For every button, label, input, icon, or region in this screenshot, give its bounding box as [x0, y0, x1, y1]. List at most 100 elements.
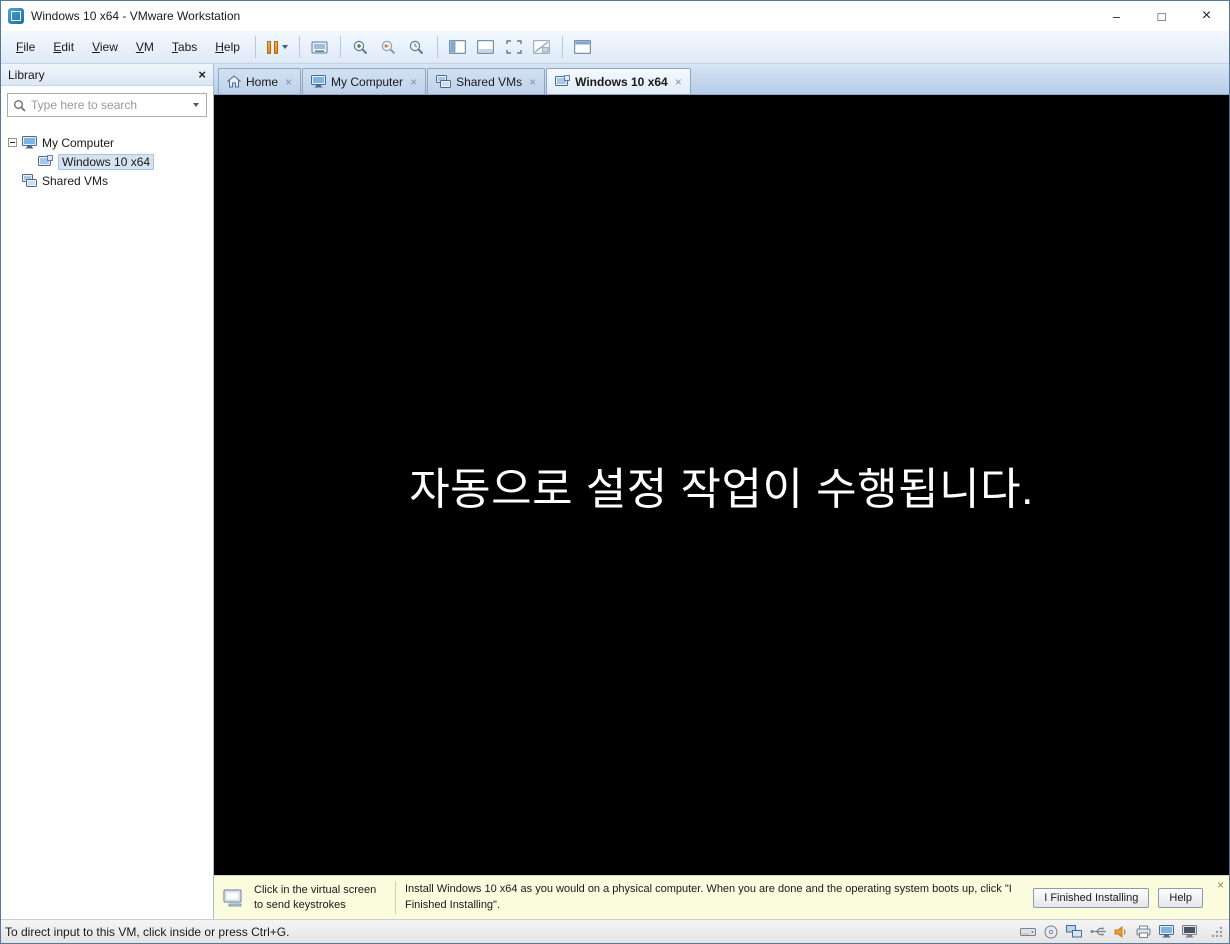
- pause-icon: [266, 40, 278, 54]
- library-panel-icon: [449, 40, 467, 54]
- send-ctrl-alt-del-button[interactable]: [307, 34, 333, 60]
- toolbar-separator: [254, 36, 256, 58]
- vm-console-screen[interactable]: 자동으로 설정 작업이 수행됩니다.: [214, 95, 1229, 875]
- toolbar-separator: [436, 36, 438, 58]
- toolbar-separator: [298, 36, 300, 58]
- collapse-expander-icon[interactable]: [8, 138, 17, 147]
- tab-label: Shared VMs: [456, 74, 523, 89]
- window-controls: – □ ×: [1094, 1, 1229, 31]
- chevron-down-icon: [193, 103, 199, 107]
- library-tree: My Computer Windows 10 x64 Shared VMs: [1, 121, 213, 194]
- tree-label-shared-vms: Shared VMs: [42, 173, 109, 188]
- notification-close-button[interactable]: ×: [1217, 879, 1224, 891]
- content-area: Home × My Computer × Shared VMs × Window…: [214, 64, 1229, 919]
- main-body: Library × My Computer Windows 10 x64: [1, 64, 1229, 919]
- window-title: Windows 10 x64 - VMware Workstation: [31, 9, 241, 23]
- library-panel: Library × My Computer Windows 10 x64: [1, 64, 214, 919]
- unity-mode-button[interactable]: [529, 34, 555, 60]
- menu-toolbar: File Edit View VM Tabs Help: [1, 31, 1229, 64]
- resize-grip[interactable]: [1209, 924, 1224, 939]
- library-header: Library ×: [1, 64, 213, 86]
- menu-edit[interactable]: Edit: [44, 35, 83, 59]
- home-icon: [227, 75, 241, 88]
- keyboard-screen-icon: [311, 41, 328, 53]
- tab-close-button[interactable]: ×: [410, 76, 417, 88]
- device-status-icons: [1020, 924, 1227, 939]
- menu-view[interactable]: View: [83, 35, 127, 59]
- menu-tabs[interactable]: Tabs: [163, 35, 206, 59]
- console-view-button[interactable]: [570, 34, 596, 60]
- usb-controller-icon[interactable]: [1090, 926, 1106, 937]
- menu-file[interactable]: File: [7, 35, 44, 59]
- tab-close-button[interactable]: ×: [675, 76, 682, 88]
- take-snapshot-button[interactable]: [348, 34, 374, 60]
- cd-dvd-icon[interactable]: [1044, 925, 1058, 939]
- vmware-app-icon: [8, 8, 24, 24]
- fullscreen-button[interactable]: [501, 34, 527, 60]
- install-notification-bar: Click in the virtual screen to send keys…: [214, 875, 1229, 919]
- search-dropdown-button[interactable]: [191, 103, 201, 107]
- tab-close-button[interactable]: ×: [529, 76, 536, 88]
- snapshot-revert-icon: [382, 40, 396, 54]
- network-adapter-icon[interactable]: [1066, 925, 1082, 938]
- minimize-button[interactable]: –: [1094, 1, 1139, 31]
- tab-close-button[interactable]: ×: [285, 76, 292, 88]
- tree-label-windows-10-x64: Windows 10 x64: [58, 153, 155, 170]
- status-bar: To direct input to this VM, click inside…: [1, 919, 1229, 943]
- tab-label: Windows 10 x64: [575, 74, 668, 89]
- fullscreen-brackets-icon: [506, 40, 522, 54]
- tree-item-windows-10-x64[interactable]: Windows 10 x64: [8, 152, 209, 171]
- tab-label: Home: [246, 74, 279, 89]
- install-instructions-text: Install Windows 10 x64 as you would on a…: [405, 883, 1012, 911]
- show-library-button[interactable]: [445, 34, 471, 60]
- power-dropdown-icon: [281, 45, 288, 49]
- console-view-icon: [574, 40, 592, 54]
- computer-icon: [311, 75, 327, 88]
- toolbar-separator: [339, 36, 341, 58]
- virtual-machine-icon: [38, 155, 53, 166]
- shared-vms-icon: [22, 174, 37, 187]
- console-icon[interactable]: [1182, 925, 1197, 938]
- keystroke-hint-text: Click in the virtual screen to send keys…: [254, 883, 377, 911]
- virtual-machine-icon: [555, 75, 571, 86]
- tab-bar: Home × My Computer × Shared VMs × Window…: [214, 64, 1229, 95]
- virtual-screen-icon: [223, 889, 242, 906]
- help-button[interactable]: Help: [1158, 887, 1203, 908]
- hard-disk-icon[interactable]: [1020, 926, 1036, 938]
- search-input[interactable]: [31, 98, 186, 112]
- title-bar: Windows 10 x64 - VMware Workstation – □ …: [1, 1, 1229, 31]
- finished-installing-button[interactable]: I Finished Installing: [1033, 887, 1150, 908]
- printer-icon[interactable]: [1136, 925, 1151, 938]
- status-message: To direct input to this VM, click inside…: [5, 924, 290, 939]
- notification-divider: [395, 881, 396, 914]
- library-title: Library: [8, 67, 45, 82]
- snapshot-plus-icon: [354, 40, 368, 54]
- maximize-button[interactable]: □: [1139, 1, 1184, 31]
- close-button[interactable]: ×: [1184, 1, 1229, 31]
- toolbar-separator: [561, 36, 563, 58]
- vm-setup-message: 자동으로 설정 작업이 수행됩니다.: [409, 465, 1034, 514]
- tab-my-computer[interactable]: My Computer ×: [302, 68, 427, 94]
- library-close-button[interactable]: ×: [198, 68, 206, 81]
- tab-shared-vms[interactable]: Shared VMs ×: [427, 68, 546, 94]
- summary-view-icon: [477, 40, 495, 54]
- menu-help[interactable]: Help: [206, 35, 249, 59]
- tab-label: My Computer: [331, 74, 404, 89]
- tab-windows-10-x64[interactable]: Windows 10 x64 ×: [546, 68, 691, 94]
- pause-vm-button[interactable]: [263, 34, 292, 60]
- computer-icon: [22, 136, 37, 149]
- unity-mode-icon: [533, 40, 551, 54]
- revert-snapshot-button[interactable]: [376, 34, 402, 60]
- display-icon[interactable]: [1159, 925, 1174, 938]
- menu-vm[interactable]: VM: [127, 35, 163, 59]
- tree-item-my-computer[interactable]: My Computer: [8, 133, 209, 152]
- shared-vms-icon: [436, 75, 452, 88]
- snapshot-manager-button[interactable]: [404, 34, 430, 60]
- vmware-workstation-window: Windows 10 x64 - VMware Workstation – □ …: [0, 0, 1230, 944]
- tab-home[interactable]: Home ×: [218, 68, 302, 94]
- sound-card-icon[interactable]: [1114, 925, 1128, 938]
- summary-view-button[interactable]: [473, 34, 499, 60]
- snapshot-clock-icon: [410, 40, 424, 54]
- tree-item-shared-vms[interactable]: Shared VMs: [8, 171, 209, 190]
- library-search: [7, 93, 207, 117]
